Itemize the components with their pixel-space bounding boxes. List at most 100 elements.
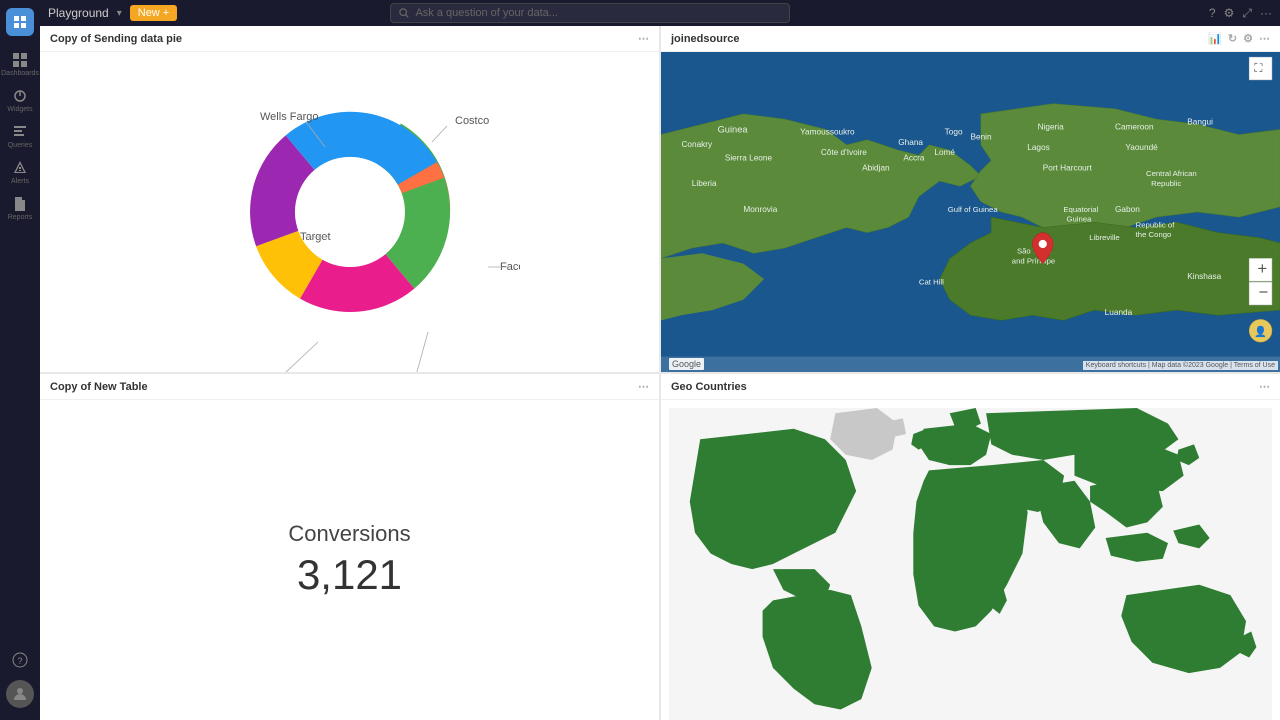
svg-text:Côte d'Ivoire: Côte d'Ivoire: [821, 148, 867, 157]
svg-text:Guinea: Guinea: [718, 125, 749, 135]
search-bar[interactable]: Ask a question of your data...: [390, 3, 790, 23]
settings-icon[interactable]: ⚙: [1224, 6, 1235, 20]
svg-text:the Congo: the Congo: [1136, 230, 1172, 239]
svg-text:Accra: Accra: [903, 153, 925, 162]
user-avatar[interactable]: [6, 680, 34, 708]
main-content: Playground ▾ New + Ask a question of you…: [40, 0, 1280, 720]
svg-text:Sierra Leone: Sierra Leone: [725, 153, 773, 162]
sidebar-item-dashboard[interactable]: Dashboards: [4, 48, 36, 80]
svg-text:Benin: Benin: [971, 133, 993, 142]
svg-text:Gulf of Guinea: Gulf of Guinea: [948, 205, 999, 214]
topbar-title: Playground: [48, 6, 109, 20]
map-container[interactable]: Guinea Conakry Sierra Leone Liberia Côte…: [661, 52, 1280, 372]
topbar: Playground ▾ New + Ask a question of you…: [40, 0, 1280, 26]
pie-label-wellsfargo: Wells Fargo: [260, 111, 318, 123]
pie-chart-svg: Costco Target Facebook LinkedIn Overstoc…: [180, 52, 520, 372]
svg-text:Lagos: Lagos: [1027, 143, 1049, 152]
google-watermark: Google: [669, 358, 704, 370]
svg-text:⛶: ⛶: [1254, 63, 1262, 75]
expand-icon[interactable]: ⤢: [1242, 6, 1252, 21]
sidebar-label-widgets: Widgets: [7, 106, 32, 113]
svg-text:Equatorial: Equatorial: [1063, 205, 1098, 214]
table-more-icon[interactable]: ⋯: [638, 380, 649, 393]
geo-more-icon[interactable]: ⋯: [1259, 380, 1270, 393]
sidebar-item-widgets[interactable]: Widgets: [4, 84, 36, 116]
sidebar-item-help[interactable]: ?: [4, 644, 36, 676]
help-icon[interactable]: ?: [1209, 6, 1216, 20]
map-panel: joinedsource 📊 ↻ ⚙ ⋯: [661, 26, 1280, 372]
geo-panel-icons: ⋯: [1259, 380, 1270, 393]
pie-settings-icon[interactable]: ⋯: [638, 32, 649, 45]
table-panel-header: Copy of New Table ⋯: [40, 374, 659, 400]
geo-map-container: [661, 400, 1280, 720]
pie-panel-icons: ⋯: [638, 32, 649, 45]
svg-text:Abidjan: Abidjan: [862, 164, 890, 173]
svg-text:Yamoussoukro: Yamoussoukro: [800, 128, 855, 137]
map-panel-header: joinedsource 📊 ↻ ⚙ ⋯: [661, 26, 1280, 52]
geo-panel-header: Geo Countries ⋯: [661, 374, 1280, 400]
map-chart-icon[interactable]: 📊: [1208, 32, 1222, 45]
sidebar-item-reports[interactable]: Reports: [4, 192, 36, 224]
dashboard: Copy of Sending data pie ⋯: [40, 26, 1280, 720]
pie-label-costco: Costco: [455, 115, 489, 127]
map-refresh-icon[interactable]: ↻: [1228, 32, 1237, 45]
svg-text:Port Harcourt: Port Harcourt: [1043, 164, 1093, 173]
sidebar-label-reports: Reports: [8, 214, 33, 221]
pie-panel-title: Copy of Sending data pie: [50, 33, 182, 45]
svg-text:Yaoundé: Yaoundé: [1125, 143, 1158, 152]
sidebar-item-alerts[interactable]: Alerts: [4, 156, 36, 188]
map-settings-icon[interactable]: ⚙: [1243, 32, 1253, 45]
new-button[interactable]: New +: [130, 5, 178, 21]
pie-chart-panel: Copy of Sending data pie ⋯: [40, 26, 659, 372]
svg-text:Luanda: Luanda: [1105, 308, 1133, 317]
search-icon: [399, 8, 409, 18]
pie-panel-header: Copy of Sending data pie ⋯: [40, 26, 659, 52]
svg-text:Nigeria: Nigeria: [1038, 122, 1065, 131]
conversions-label: Conversions: [288, 521, 410, 547]
more-icon[interactable]: ···: [1260, 6, 1272, 20]
geo-panel: Geo Countries ⋯: [661, 374, 1280, 720]
conversions-container: Conversions 3,121: [40, 400, 659, 720]
svg-text:Central African: Central African: [1146, 169, 1197, 178]
svg-text:+: +: [1257, 260, 1267, 278]
sidebar-label-queries: Queries: [8, 142, 33, 149]
svg-text:Kinshasa: Kinshasa: [1187, 272, 1221, 281]
svg-text:Republic of: Republic of: [1136, 220, 1176, 229]
svg-text:👤: 👤: [1254, 325, 1267, 338]
sidebar-label-dashboard: Dashboards: [1, 70, 39, 77]
search-placeholder: Ask a question of your data...: [415, 7, 557, 19]
map-more-icon[interactable]: ⋯: [1259, 32, 1270, 45]
svg-text:Conakry: Conakry: [681, 140, 713, 149]
topbar-icons: ? ⚙ ⤢ ···: [1209, 6, 1272, 21]
svg-text:Togo: Togo: [945, 128, 963, 137]
table-panel-icons: ⋯: [638, 380, 649, 393]
app-logo[interactable]: [6, 8, 34, 36]
svg-text:Ghana: Ghana: [898, 138, 923, 147]
pie-chart-container: Costco Target Facebook LinkedIn Overstoc…: [40, 52, 659, 372]
svg-text:Cat Hill: Cat Hill: [919, 277, 944, 286]
svg-text:Republic: Republic: [1151, 179, 1181, 188]
svg-text:Liberia: Liberia: [692, 179, 717, 188]
svg-text:Cameroon: Cameroon: [1115, 122, 1154, 131]
svg-text:−: −: [1259, 284, 1269, 302]
table-panel-title: Copy of New Table: [50, 381, 148, 393]
svg-text:Libreville: Libreville: [1089, 233, 1120, 242]
svg-text:and Príncipe: and Príncipe: [1012, 257, 1055, 266]
map-panel-icons: 📊 ↻ ⚙ ⋯: [1208, 32, 1270, 45]
geo-panel-title: Geo Countries: [671, 381, 747, 393]
google-map-svg: Guinea Conakry Sierra Leone Liberia Côte…: [661, 52, 1280, 372]
svg-text:Lomé: Lomé: [934, 148, 955, 157]
map-panel-title: joinedsource: [671, 33, 739, 45]
geo-world-map: [669, 408, 1272, 720]
svg-text:?: ?: [18, 656, 23, 666]
map-attribution: Keyboard shortcuts | Map data ©2023 Goog…: [1083, 361, 1278, 370]
svg-text:Bangui: Bangui: [1187, 117, 1213, 126]
conversions-value: 3,121: [297, 551, 402, 599]
sidebar-label-alerts: Alerts: [11, 178, 29, 185]
svg-text:Gabon: Gabon: [1115, 205, 1140, 214]
dropdown-icon[interactable]: ▾: [117, 8, 122, 19]
table-panel: Copy of New Table ⋯ Conversions 3,121: [40, 374, 659, 720]
svg-text:Monrovia: Monrovia: [743, 205, 777, 214]
sidebar: Dashboards Widgets Queries Alerts Report…: [0, 0, 40, 720]
sidebar-item-queries[interactable]: Queries: [4, 120, 36, 152]
